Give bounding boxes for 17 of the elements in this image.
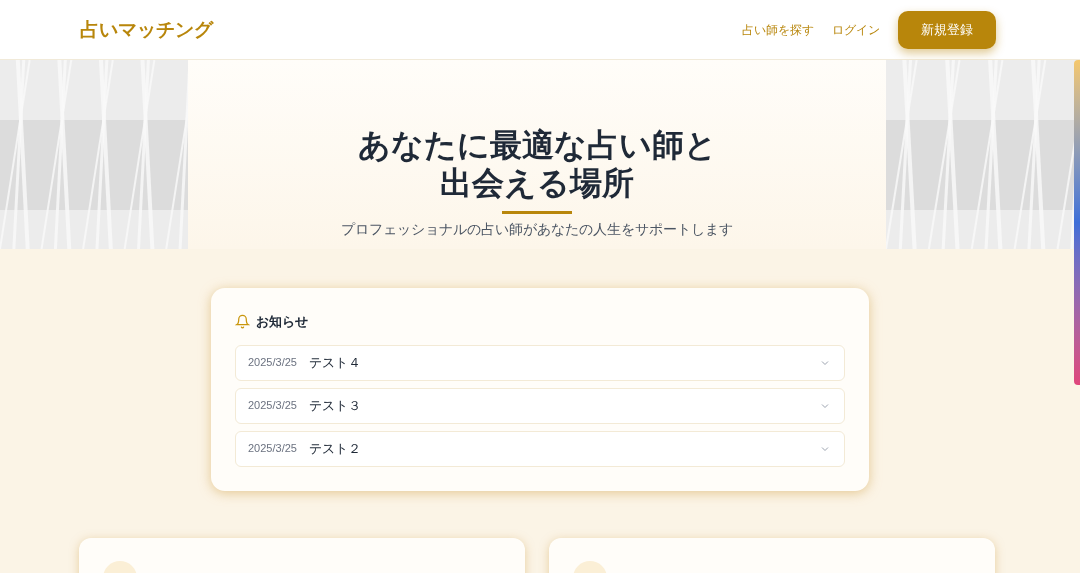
notice-title: お知らせ [256, 313, 308, 331]
bell-icon [235, 314, 250, 330]
nav-link[interactable]: 占い師を探す [742, 20, 814, 39]
notice-date: 2025/3/25 [248, 355, 298, 371]
nav-link[interactable]: ログイン [832, 20, 880, 39]
notice-date: 2025/3/25 [248, 398, 298, 414]
notice-date: 2025/3/25 [248, 441, 298, 457]
notice-item[interactable]: 2025/3/25 テスト３ [235, 387, 845, 424]
notice-item-title: テスト４ [309, 353, 362, 372]
notice-item-title: テスト３ [309, 396, 362, 415]
notice-item[interactable]: 2025/3/25 テスト４ [235, 344, 845, 381]
hero-subtitle: プロフェッショナルの占い師があなたの人生をサポートします [341, 220, 733, 239]
notice-item-title: テスト２ [309, 439, 362, 458]
signup-button[interactable]: 新規登録 [898, 10, 996, 49]
hero-title: あなたに最適な占い師と 出会える場所 [357, 126, 717, 202]
notice-item[interactable]: 2025/3/25 テスト２ [235, 430, 845, 467]
logo[interactable]: 占いマッチング [80, 15, 213, 44]
